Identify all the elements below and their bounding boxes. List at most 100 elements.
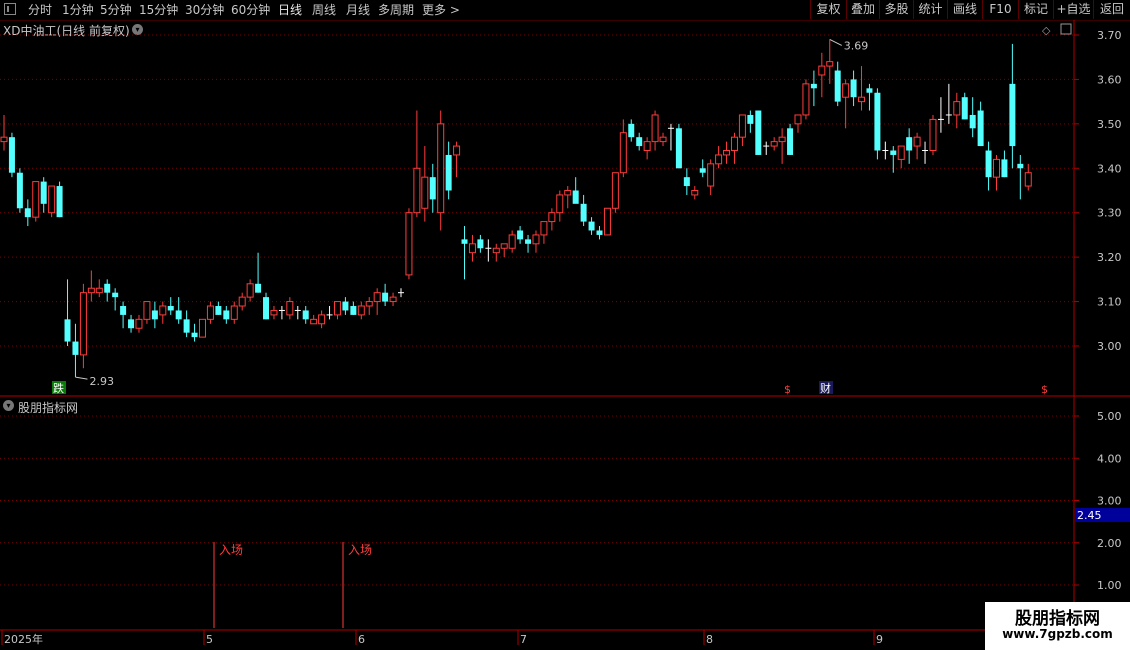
- candle-down: [40, 181, 47, 204]
- candle-down: [961, 97, 968, 120]
- candle-down: [1017, 163, 1024, 169]
- candle-down: [636, 137, 643, 147]
- candle-down: [628, 123, 635, 138]
- candle-down: [683, 177, 690, 187]
- candle-up: [508, 234, 516, 249]
- candle-down: [223, 310, 230, 320]
- candle-down: [64, 319, 71, 342]
- candle-up: [373, 292, 381, 303]
- sub-tick-label: 3.00: [1097, 495, 1122, 508]
- candle-up: [794, 114, 802, 125]
- price-tick-label: 3.00: [1097, 340, 1122, 353]
- sub-tick-label: 2.00: [1097, 537, 1122, 550]
- high-pointer: [829, 38, 842, 46]
- candle-up: [770, 141, 778, 147]
- candle-up: [79, 292, 87, 356]
- sub-tick-label: 4.00: [1097, 452, 1122, 465]
- candle-up: [318, 314, 326, 325]
- dividend-marker: $: [784, 383, 791, 396]
- sub-tick-label: 5.00: [1097, 410, 1122, 423]
- candle-up: [199, 318, 206, 338]
- price-tick-label: 3.60: [1097, 73, 1122, 86]
- time-label: 7: [520, 633, 527, 646]
- candle-up: [159, 305, 167, 316]
- candle-up: [143, 301, 151, 320]
- candle-up: [556, 194, 564, 214]
- signal-label: 入场: [219, 543, 243, 557]
- finance-marker: 财: [820, 381, 831, 395]
- candle-up: [1024, 172, 1032, 187]
- candle-up: [365, 301, 373, 307]
- price-tick-label: 3.30: [1097, 207, 1122, 220]
- candle-up: [897, 145, 905, 160]
- candle-up: [413, 167, 421, 214]
- candle-up: [842, 83, 850, 98]
- candle-up: [691, 189, 699, 196]
- candle-up: [421, 176, 429, 209]
- candle-up: [206, 305, 214, 320]
- candle-up: [603, 207, 611, 236]
- candle-down: [8, 137, 15, 173]
- candle-down: [151, 310, 158, 320]
- sub-current-value: 2.45: [1077, 509, 1102, 522]
- candle-up: [468, 243, 476, 254]
- candle-down: [24, 208, 31, 218]
- candle-down: [183, 319, 190, 333]
- candle-down: [263, 297, 270, 320]
- candle-up: [738, 114, 746, 138]
- candle-up: [548, 212, 556, 223]
- candle-down: [128, 319, 135, 329]
- candle-up: [802, 83, 810, 116]
- candle-down: [112, 292, 119, 298]
- candle-up: [953, 101, 961, 116]
- signal-label: 入场: [348, 543, 372, 557]
- high-label: 3.69: [844, 39, 869, 52]
- watermark: 股朋指标网 www.7gpzb.com: [985, 602, 1130, 650]
- candle-down: [350, 306, 357, 315]
- candle-down: [104, 283, 111, 293]
- candle-down: [985, 150, 992, 178]
- candle-up: [230, 305, 238, 320]
- candle-up: [818, 65, 826, 76]
- candle-down: [72, 341, 79, 355]
- time-label: 9: [876, 633, 883, 646]
- candle-down: [572, 190, 579, 204]
- candle-up: [87, 287, 95, 294]
- sub-tick-label: 1.00: [1097, 579, 1122, 592]
- candle-up: [778, 136, 786, 143]
- kline-chart[interactable]: 3.00 3.10 3.20 3.30 3.40 3.50 3.60 3.70 1.00 2.00…: [0, 0, 1130, 650]
- candle-up: [913, 136, 921, 147]
- candle-down: [56, 186, 63, 218]
- candle-up: [659, 136, 667, 143]
- candle-up: [437, 123, 445, 214]
- watermark-url: www.7gpzb.com: [1002, 627, 1113, 641]
- candle-down: [429, 177, 436, 200]
- price-tick-label: 3.70: [1097, 29, 1122, 42]
- candle-up: [564, 189, 572, 196]
- candle-up: [723, 150, 731, 156]
- candle-down: [890, 150, 897, 155]
- candle-down: [747, 114, 754, 124]
- candle-down: [699, 168, 706, 173]
- candle-up: [135, 318, 143, 329]
- candle-down: [969, 114, 976, 129]
- candle-down: [120, 306, 127, 315]
- candle-down: [675, 128, 682, 169]
- candle-down: [517, 230, 524, 240]
- candle-up: [310, 318, 318, 325]
- candle-up: [453, 145, 461, 156]
- diamond-icon: ◇: [1042, 24, 1051, 37]
- candle-down: [755, 110, 762, 155]
- candle-down: [1001, 159, 1008, 178]
- candle-up: [707, 163, 715, 187]
- candle-down: [866, 88, 873, 93]
- candle-down: [787, 128, 794, 155]
- drop-marker: 跌: [53, 381, 64, 395]
- candle-up: [32, 181, 40, 218]
- candle-up: [619, 132, 627, 174]
- candle-up: [993, 158, 1000, 178]
- candle-down: [596, 230, 603, 235]
- candle-up: [246, 283, 254, 298]
- candle-down: [580, 203, 587, 222]
- candle-up: [651, 114, 659, 143]
